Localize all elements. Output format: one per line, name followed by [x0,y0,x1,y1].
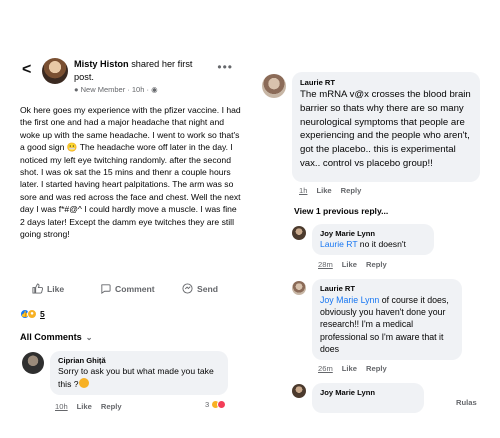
reply-bubble: Laurie RT Joy Marie Lynn of course it do… [312,279,462,360]
wow-reaction-icon: ● [27,309,37,319]
avatar[interactable] [42,58,68,84]
comment-reaction-count: 3 [205,400,210,409]
comment-like-button[interactable]: Like [77,402,92,411]
post-author-line: Misty Histon shared her first post. [74,58,214,84]
send-label: Send [197,283,219,294]
post-body-part-2: The headache wore off later in the day. … [20,142,241,240]
reply-actions: 28m Like Reply [318,260,387,269]
comment-icon [101,284,111,294]
reply-text: no it doesn't [357,239,406,249]
commenter-name[interactable]: Joy Marie Lynn [320,229,426,239]
comment-reply-button[interactable]: Reply [101,402,122,411]
reply-like-button[interactable]: Like [342,260,357,269]
back-icon[interactable]: < [22,62,34,78]
member-badge: New Member [80,85,126,94]
comment-label: Comment [115,283,155,294]
comment-bubble: Laurie RT The mRNA v@x crosses the blood… [292,72,480,182]
avatar[interactable] [262,74,286,98]
reaction-count: 5 [40,309,45,319]
post-panel: < Misty Histon shared her first post. ● … [0,0,243,438]
comment-reply-button[interactable]: Reply [341,186,362,195]
commenter-name[interactable]: Laurie RT [320,284,454,294]
reply-reply-button[interactable]: Reply [366,364,387,373]
reply-actions: 26m Like Reply [318,364,387,373]
comment-time[interactable]: 10h [55,402,68,411]
mention-link[interactable]: Joy Marie Lynn [320,295,379,305]
avatar[interactable] [22,352,44,374]
badge-icon: ● [74,85,79,94]
commenter-name[interactable]: Joy Marie Lynn [320,388,416,398]
chevron-down-icon: ⌄ [85,332,93,342]
view-previous-replies-link[interactable]: View 1 previous reply... [294,206,388,216]
mention-link[interactable]: Laurie RT [320,239,357,249]
comment-button[interactable]: Comment [100,283,155,294]
reply-button-partial[interactable]: Rulas [456,398,477,407]
comment-sort-dropdown[interactable]: All Comments ⌄ [20,332,92,342]
more-icon[interactable]: ••• [217,60,233,74]
post-action-bar: Like Comment Send [22,283,232,297]
post-author-name[interactable]: Misty Histon [74,59,129,69]
reply-bubble: Joy Marie Lynn Laurie RT no it doesn't [312,224,434,255]
comment-bubble: Ciprian Ghiță Sorry to ask you but what … [50,351,228,395]
comment-like-button[interactable]: Like [316,186,331,195]
avatar[interactable] [292,281,306,295]
reaction-summary[interactable]: 👍 ● 5 [20,309,45,319]
send-icon [182,283,193,294]
reply-time[interactable]: 26m [318,364,333,373]
comment-time[interactable]: 1h [299,186,307,195]
globe-icon: ◉ [151,85,158,94]
comment-reaction-summary[interactable]: 3 [205,400,227,409]
reply-time[interactable]: 28m [318,260,333,269]
like-label: Like [47,283,65,294]
commenter-name[interactable]: Ciprian Ghiță [58,356,220,366]
comment-actions: 1h Like Reply [299,186,361,195]
love-reaction-icon [217,400,227,409]
reply-bubble: Joy Marie Lynn [312,383,424,413]
thinking-emoji-icon [78,377,89,388]
post-time[interactable]: 10h [132,85,145,94]
like-button[interactable]: Like [32,283,64,294]
all-comments-label: All Comments [20,332,82,342]
reply-reply-button[interactable]: Reply [366,260,387,269]
send-button[interactable]: Send [182,283,218,294]
commenter-name[interactable]: Laurie RT [300,78,472,88]
comment-text: The mRNA v@x crosses the blood brain bar… [300,89,471,169]
grin-emoji-icon: 😬 [66,142,78,153]
post-body: Ok here goes my experience with the pfiz… [20,104,242,240]
post-meta: ● New Member · 10h · ◉ [74,85,158,94]
avatar[interactable] [292,226,306,240]
post-header: < Misty Histon shared her first post. ● … [22,58,237,98]
reply-like-button[interactable]: Like [342,364,357,373]
avatar[interactable] [292,384,306,398]
like-icon [32,283,43,294]
comment-actions: 10h Like Reply [55,402,122,411]
